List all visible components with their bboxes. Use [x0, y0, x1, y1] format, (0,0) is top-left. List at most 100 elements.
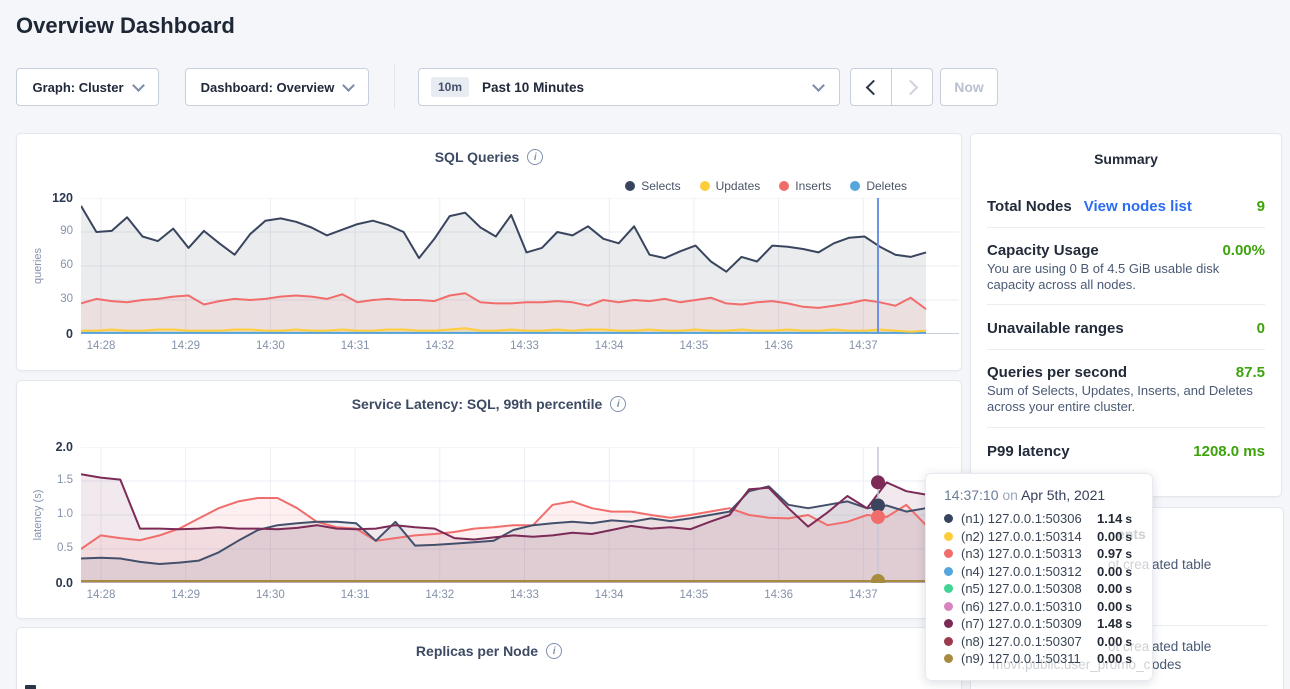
legend-item-updates: Updates: [700, 179, 761, 193]
x-tick-label: 14:33: [503, 589, 547, 601]
y-tick-label: 0.5: [23, 542, 73, 554]
tooltip-row: (n6) 127.0.0.1:503100.00s: [944, 598, 1132, 616]
tooltip-row: (n8) 127.0.0.1:503070.00s: [944, 633, 1132, 651]
divider: [987, 427, 1265, 428]
summary-label: Queries per second: [987, 364, 1127, 381]
tooltip-row: (n5) 127.0.0.1:50308 0.00s: [944, 580, 1132, 598]
info-icon[interactable]: i: [610, 396, 626, 412]
node-color-dot: [944, 567, 953, 576]
node-color-dot: [944, 602, 953, 611]
summary-label: Unavailable ranges: [987, 320, 1124, 337]
view-nodes-list-link[interactable]: View nodes list: [1084, 198, 1192, 215]
node-address: (n7) 127.0.0.1:50309: [961, 616, 1082, 631]
node-color-dot: [944, 584, 953, 593]
sql-queries-plot[interactable]: [81, 198, 959, 339]
toolbar-divider: [394, 64, 395, 109]
y-axis-unit-label: queries: [32, 206, 46, 326]
event-text-ghost-fragment: movr.public.user_promo_c: [992, 657, 1150, 672]
summary-card: Summary Total Nodes View nodes list 9 Ca…: [970, 133, 1282, 497]
tooltip-row: (n1) 127.0.0.1:503061.14s: [944, 510, 1132, 528]
x-tick-label: 14:32: [418, 589, 462, 601]
x-tick-label: 14:28: [79, 589, 123, 601]
summary-value: 1208.0 ms: [1193, 443, 1265, 460]
node-address: (n3) 127.0.0.1:50313: [961, 546, 1082, 561]
node-color-dot: [944, 637, 953, 646]
now-button-label: Now: [954, 79, 984, 95]
legend-item-inserts: Inserts: [779, 179, 831, 193]
dashboard-dropdown-label: Dashboard: Overview: [201, 80, 335, 95]
summary-row-unavailable-ranges: Unavailable ranges 0: [987, 320, 1265, 337]
node-address: (n5) 127.0.0.1:50308: [961, 581, 1082, 596]
node-latency-value: 1.14s: [1097, 511, 1132, 526]
service-latency-card: Service Latency: SQL, 99th percentile i …: [16, 380, 962, 619]
time-range-badge: 10m: [431, 77, 469, 97]
service-latency-plot[interactable]: [81, 447, 959, 588]
summary-heading: Summary: [987, 151, 1265, 167]
node-latency-value: 0.00s: [1097, 581, 1132, 596]
time-range-picker[interactable]: 10m Past 10 Minutes: [418, 68, 840, 106]
chart-title-text: SQL Queries: [435, 149, 520, 165]
x-tick-label: 14:31: [333, 340, 377, 352]
x-tick-label: 14:33: [503, 340, 547, 352]
summary-row-capacity: Capacity Usage 0.00%: [987, 242, 1265, 259]
summary-row-total-nodes: Total Nodes View nodes list 9: [987, 198, 1265, 215]
node-color-dot: [944, 619, 953, 628]
summary-row-p99: P99 latency 1208.0 ms: [987, 443, 1265, 460]
node-color-dot: [944, 514, 953, 523]
y-tick-label: 60: [23, 259, 73, 271]
divider: [987, 304, 1265, 305]
tooltip-row: (n3) 127.0.0.1:503130.97s: [944, 545, 1132, 563]
node-address: (n4) 127.0.0.1:50312: [961, 564, 1082, 579]
chart-title-text: Replicas per Node: [416, 643, 538, 659]
y-tick-label: 2.0: [23, 440, 73, 454]
tooltip-row: (n2) 127.0.0.1:503140.00s: [944, 528, 1132, 546]
node-latency-value: 0.00s: [1097, 599, 1132, 614]
y-tick-label: 0.0: [23, 576, 73, 590]
info-icon[interactable]: i: [527, 149, 543, 165]
x-tick-label: 14:34: [587, 340, 631, 352]
y-tick-label: 120: [23, 191, 73, 205]
x-tick-label: 14:37: [841, 589, 885, 601]
x-tick-label: 14:36: [757, 340, 801, 352]
event-text-fragment: ated table: [1152, 557, 1211, 572]
info-icon[interactable]: i: [546, 643, 562, 659]
tooltip-row: (n7) 127.0.0.1:503091.48s: [944, 615, 1132, 633]
summary-row-qps: Queries per second 87.5: [987, 364, 1265, 381]
chevron-down-icon: [812, 79, 825, 92]
next-range-button[interactable]: [891, 68, 933, 106]
dashboard-dropdown[interactable]: Dashboard: Overview: [185, 68, 369, 106]
summary-value: 0: [1257, 320, 1265, 337]
event-text-fragment: ated table: [1152, 639, 1211, 654]
x-tick-label: 14:29: [164, 589, 208, 601]
overview-dashboard-page: Overview Dashboard Graph: Cluster Dashbo…: [0, 0, 1290, 689]
summary-label: P99 latency: [987, 443, 1070, 460]
x-tick-label: 14:34: [587, 589, 631, 601]
graph-dropdown-label: Graph: Cluster: [32, 80, 123, 95]
chart-canvas[interactable]: [81, 198, 959, 334]
node-address: (n2) 127.0.0.1:50314: [961, 529, 1082, 544]
node-color-dot: [944, 654, 953, 663]
event-text-ghost-fragment: ot crea: [1108, 557, 1149, 572]
chevron-down-icon: [342, 79, 355, 92]
chart-title-text: Service Latency: SQL, 99th percentile: [352, 396, 603, 412]
summary-value: 87.5: [1236, 364, 1265, 381]
replicas-per-node-card: Replicas per Node i: [16, 627, 962, 689]
summary-label: Total Nodes: [987, 198, 1072, 215]
x-tick-label: 14:31: [333, 589, 377, 601]
legend-item-selects: Selects: [625, 179, 680, 193]
x-tick-label: 14:32: [418, 340, 462, 352]
now-button[interactable]: Now: [940, 68, 998, 106]
node-color-dot: [944, 549, 953, 558]
chart-canvas[interactable]: [81, 447, 959, 583]
event-text-fragment: odes: [1152, 657, 1181, 672]
graph-dropdown[interactable]: Graph: Cluster: [16, 68, 159, 106]
crosshair-dot: [871, 510, 885, 524]
divider: [987, 227, 1265, 228]
prev-range-button[interactable]: [850, 68, 892, 106]
clipped-axis-label: [25, 685, 36, 689]
sql-queries-card: SQL Queries i Selects Updates Inserts De…: [16, 133, 962, 371]
time-range-label: Past 10 Minutes: [482, 80, 814, 95]
summary-label: Capacity Usage: [987, 242, 1099, 259]
chevron-right-icon: [902, 79, 918, 95]
sql-queries-legend: Selects Updates Inserts Deletes: [625, 179, 907, 193]
